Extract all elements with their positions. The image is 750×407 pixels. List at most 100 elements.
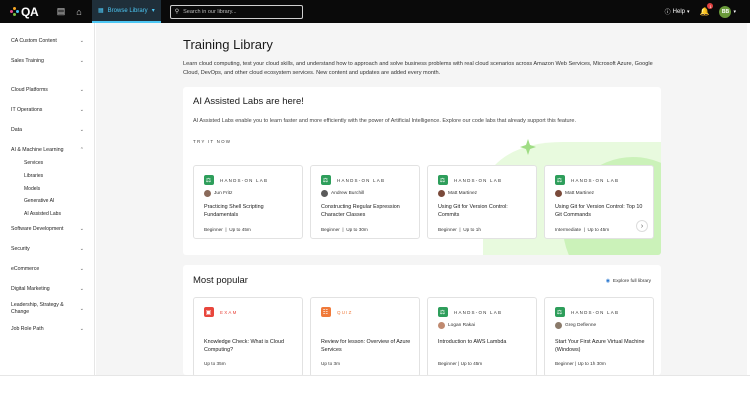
chevron-down-icon: ⌄ [79,245,84,252]
card-title: Knowledge Check: What is Cloud Computing… [204,339,285,353]
sidebar-item-label: AI & Machine Learning [11,146,64,153]
card-meta: Beginner | Up to 45m [204,227,251,232]
card-duration: Up to 45m [587,227,610,232]
help-label: Help [672,8,685,15]
card-title: Start Your First Azure Virtual Machine (… [555,339,645,353]
chevron-down-icon: ⌄ [79,37,84,44]
card-type: HANDS-ON LAB [337,177,386,183]
search-box[interactable]: ⚲ [169,4,303,19]
card-type: HANDS-ON LAB [454,177,503,183]
sidebar-item-label: eCommerce [11,265,40,272]
page-title: Training Library [183,37,273,52]
card-meta: Beginner | Up to 1h [438,227,481,232]
sidebar: CA Custom Content ⌄ Sales Training ⌄ Cloud… [0,23,95,375]
home-icon[interactable]: ⌂ [70,0,88,23]
sidebar-subitem-services[interactable]: Services [0,157,94,170]
sidebar-item-ecommerce[interactable]: eCommerce ⌄ [0,263,94,274]
sidebar-item-cloud-platforms[interactable]: Cloud Platforms ⌄ [0,84,94,95]
most-popular-title: Most popular [193,275,248,286]
explore-label: Explore full library [612,279,651,284]
browse-library-label: Browse Library [107,7,148,14]
notifications-button[interactable]: 🔔 1 [700,3,714,16]
search-input[interactable] [183,8,294,15]
sidebar-item-it-operations[interactable]: IT Operations ⌄ [0,104,94,115]
card-author: Greg Deflenne [565,323,597,328]
chevron-up-icon: ⌃ [79,146,84,153]
qa-logo[interactable]: QA [10,5,52,19]
quiz-icon: ☷ [321,307,331,317]
card-duration: Beginner | Up to 45m [438,361,483,366]
card-duration: Beginner | Up to 1h 30m [555,361,606,366]
sidebar-item-label: Job Role Path [11,325,44,332]
popular-card[interactable]: ⚖ HANDS-ON LAB Greg Deflenne Start Your F… [544,297,654,375]
sidebar-item-ai-machine-learning[interactable]: AI & Machine Learning ⌃ [0,144,94,155]
card-title: Review for lesson: Overview of Azure Ser… [321,339,411,353]
avatar [555,190,562,197]
sidebar-subitem-models[interactable]: Models [0,182,94,195]
sidebar-item-software-development[interactable]: Software Development ⌄ [0,223,94,234]
sidebar-subitem-libraries[interactable]: Libraries [0,170,94,183]
chevron-down-icon: ⌄ [79,265,84,272]
flask-icon: ⚖ [555,307,565,317]
card-type: HANDS-ON LAB [571,309,620,315]
card-author: Matt Martinez [448,191,478,196]
explore-full-library-link[interactable]: ◉ Explore full library [606,279,651,284]
chevron-down-icon: ⌄ [79,106,84,113]
carousel-next-button[interactable]: › [636,220,648,232]
card-type: HANDS-ON LAB [220,177,269,183]
grid-icon: ▦ [98,8,104,14]
sidebar-item-data[interactable]: Data ⌄ [0,124,94,135]
compass-icon: ◉ [605,279,610,284]
avatar [438,190,445,197]
sidebar-item-ca-custom-content[interactable]: CA Custom Content ⌄ [0,35,94,46]
lab-card[interactable]: ⚖ HANDS-ON LAB Andrew Burchill Constructi… [310,165,420,239]
card-level: Beginner [204,227,223,232]
popular-card[interactable]: ⚖ HANDS-ON LAB Logan Rakai Introduction t… [427,297,537,375]
avatar: BB [719,5,732,18]
sidebar-item-digital-marketing[interactable]: Digital Marketing ⌄ [0,283,94,294]
top-navigation-bar: QA ▤ ⌂ ▦ Browse Library ▾ ⚲ ⓘ Help ▾ 🔔 1… [0,0,750,23]
page-bottom-area [0,375,750,407]
chevron-down-icon: ⌄ [79,325,84,332]
sidebar-item-label: Digital Marketing [11,285,50,292]
notification-badge: 1 [707,3,714,9]
exam-icon: ▣ [204,307,214,317]
sidebar-item-label: Cloud Platforms [11,86,48,93]
lab-card[interactable]: ⚖ HANDS-ON LAB Jun Fritz Practicing Shell… [193,165,303,239]
sidebar-item-sales-training[interactable]: Sales Training ⌄ [0,55,94,66]
card-type: QUIZ [337,309,353,315]
card-level: Beginner [321,227,340,232]
lab-card[interactable]: ⚖ HANDS-ON LAB Matt Martinez Using Git fo… [427,165,537,239]
chevron-down-icon: ⌄ [79,126,84,133]
sidebar-item-label: Software Development [11,225,64,232]
sidebar-item-security[interactable]: Security ⌄ [0,243,94,254]
help-menu[interactable]: ⓘ Help ▾ [664,7,690,17]
sidebar-item-label: Leadership, Strategy & Change [11,301,64,315]
help-icon: ⓘ [664,10,671,16]
most-popular-section: Most popular ◉ Explore full library ▣ EXA… [183,265,661,375]
logo-text: QA [21,4,39,19]
card-duration: Up to 30m [346,227,368,232]
popular-card[interactable]: ☷ QUIZ Review for lesson: Overview of Azu… [310,297,420,375]
card-type: EXAM [220,309,238,315]
user-menu[interactable]: BB ▾ [719,5,736,18]
avatar [204,190,211,197]
flask-icon: ⚖ [438,307,448,317]
card-duration: Up to 35m [204,361,226,366]
card-duration: Up to 3m [321,361,341,366]
card-meta: Intermediate | Up to 45m [555,227,610,232]
sidebar-subitem-generative-ai[interactable]: Generative AI [0,195,94,208]
browse-library-button[interactable]: ▦ Browse Library ▾ [92,0,161,23]
popular-card[interactable]: ▣ EXAM Knowledge Check: What is Cloud Com… [193,297,303,375]
card-type: HANDS-ON LAB [571,177,620,183]
sidebar-item-job-role-path[interactable]: Job Role Path ⌄ [0,323,94,334]
card-author: Jun Fritz [214,191,233,196]
search-icon: ⚲ [174,9,180,15]
flask-icon: ⚖ [204,175,214,185]
document-icon[interactable]: ▤ [52,0,70,23]
labs-section-title: AI Assisted Labs are here! [193,96,304,107]
sidebar-item-label: Data [11,126,22,133]
sidebar-item-leadership-strategy-change[interactable]: Leadership, Strategy & Change ⌄ [0,300,94,317]
sidebar-subitem-ai-assisted-labs[interactable]: AI Assisted Labs [0,208,94,221]
chevron-right-icon: › [640,222,644,230]
